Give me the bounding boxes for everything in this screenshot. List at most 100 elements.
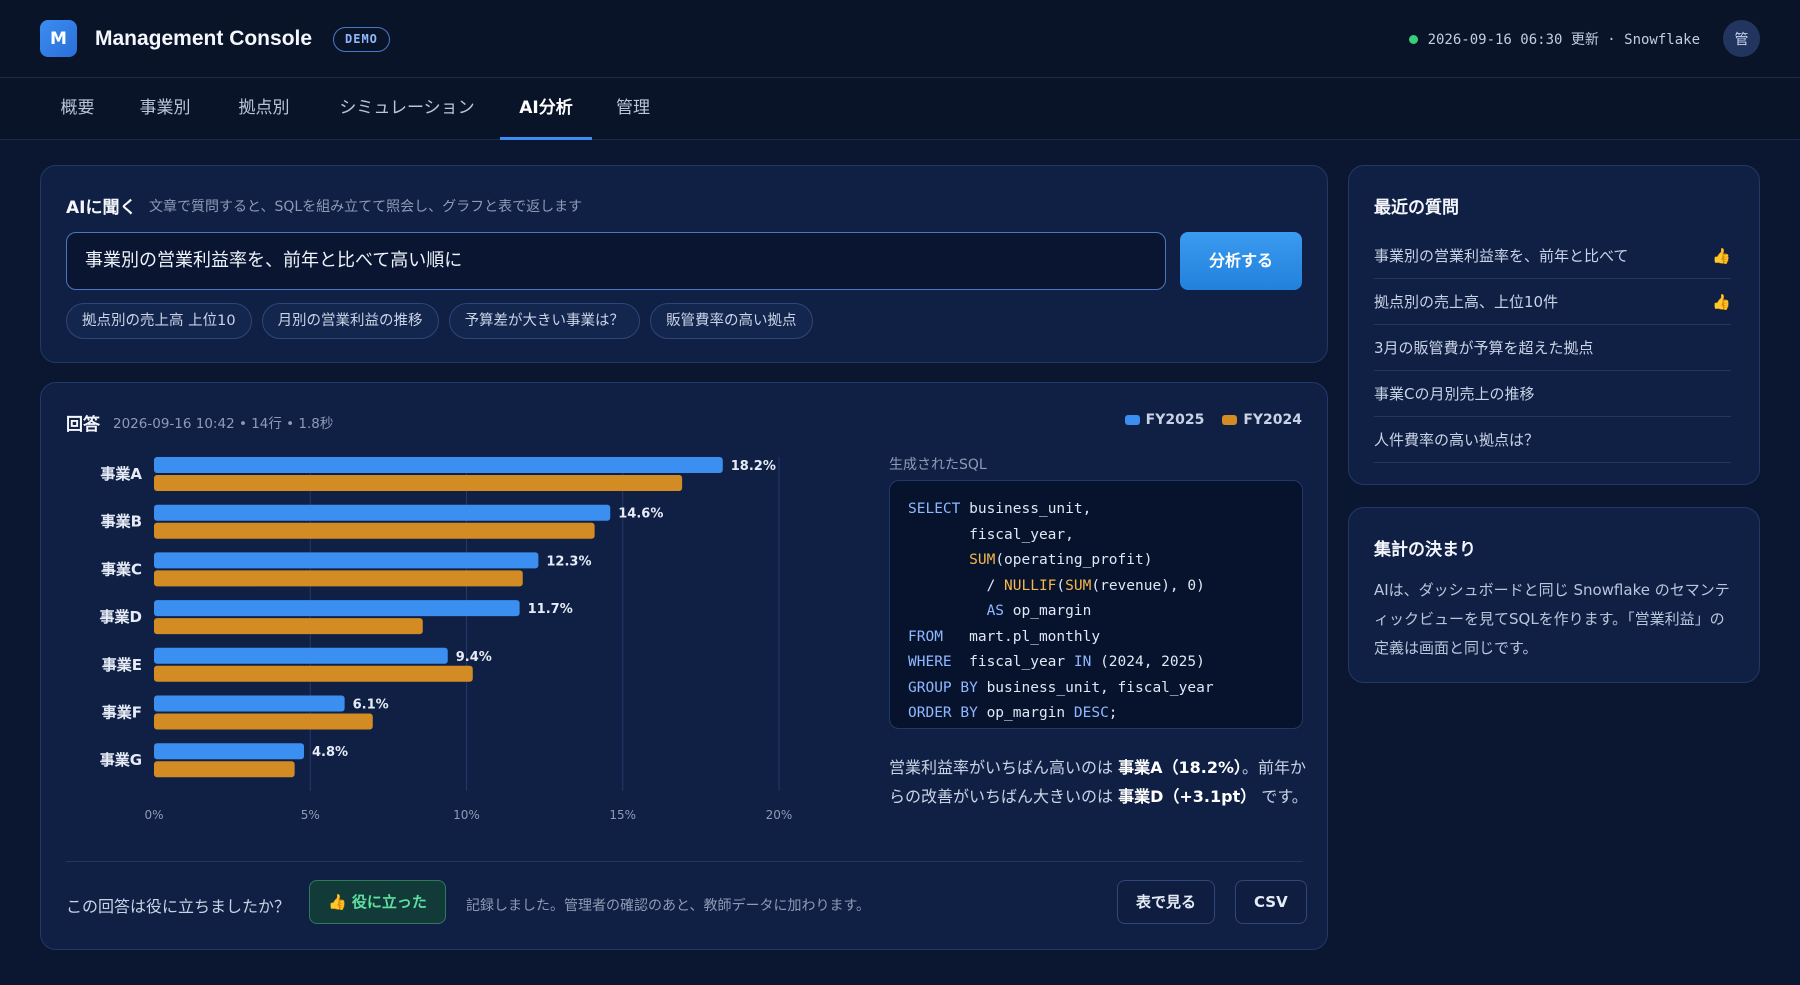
divider (66, 861, 1303, 862)
summary-highlight: 事業A（18.2%） (1118, 758, 1242, 777)
sql-label: 生成されたSQL (889, 457, 987, 473)
tab-site[interactable]: 拠点別 (224, 78, 304, 140)
suggestion-chip[interactable]: 販管費率の高い拠点 (650, 303, 813, 339)
view-table-button[interactable]: 表で見る (1117, 880, 1216, 924)
answer-title: 回答 (66, 415, 100, 435)
summary-text: です。 (1256, 787, 1308, 806)
bar-fy2024 (154, 522, 595, 539)
top-bar: M Management Console DEMO 2026-09-16 06:… (0, 0, 1800, 78)
bar-fy2024 (154, 761, 295, 778)
category-label: 事業F (102, 704, 142, 722)
suggestion-chip[interactable]: 月別の営業利益の推移 (261, 303, 439, 339)
csv-button[interactable]: CSV (1235, 880, 1307, 924)
legend-label: FY2024 (1243, 412, 1302, 428)
recent-questions-card: 最近の質問 事業別の営業利益率を、前年と比べて 👍 拠点別の売上高、上位10件 … (1348, 165, 1760, 485)
legend-label: FY2025 (1145, 412, 1205, 428)
status-text: 2026-09-16 06:30 更新 · Snowflake (1427, 32, 1700, 48)
x-tick-label: 15% (609, 808, 636, 822)
user-avatar[interactable]: 管 (1723, 20, 1760, 57)
x-tick-label: 10% (453, 808, 480, 822)
bar-fy2025 (154, 457, 723, 473)
app-logo[interactable]: M (40, 20, 77, 57)
recent-question-label: 3月の販管費が予算を超えた拠点 (1374, 339, 1594, 357)
thumbs-up-icon: 👍 (1712, 292, 1731, 311)
category-label: 事業E (102, 656, 142, 674)
bar-fy2025 (154, 552, 539, 569)
bar-fy2025 (154, 743, 304, 760)
x-tick-label: 20% (766, 808, 793, 822)
recent-questions-list: 事業別の営業利益率を、前年と比べて 👍 拠点別の売上高、上位10件 👍 3月の販… (1374, 233, 1731, 463)
status-dot-icon (1408, 34, 1418, 44)
recent-question-item[interactable]: 事業別の営業利益率を、前年と比べて 👍 (1374, 233, 1731, 279)
data-label: 14.6% (618, 507, 663, 522)
tab-ai-analysis[interactable]: AI分析 (500, 78, 592, 140)
bar-fy2025 (154, 600, 520, 617)
tab-overview[interactable]: 概要 (40, 78, 115, 140)
thumbs-up-icon: 👍 (1712, 246, 1731, 265)
recent-questions-title: 最近の質問 (1374, 198, 1459, 218)
aggregation-rules-card: 集計の決まり AIは、ダッシュボードと同じ Snowflake のセマンティック… (1348, 507, 1760, 683)
aggregation-rules-text: AIは、ダッシュボードと同じ Snowflake のセマンティックビューを見てS… (1374, 581, 1730, 657)
app-title: Management Console (95, 27, 313, 50)
tab-business[interactable]: 事業別 (125, 78, 205, 140)
x-tick-label: 0% (144, 808, 163, 822)
operating-margin-chart: 0% 5% 10% 15% 20% 事業A 18.2% 事業B 14.6% 事業C 12.3% 事業D… (100, 457, 793, 822)
feedback-note: 記録しました。管理者の確認のあと、教師データに加わります。 (466, 898, 871, 914)
helpful-button[interactable]: 👍 役に立った (309, 880, 446, 924)
recent-question-item[interactable]: 拠点別の売上高、上位10件 👍 (1374, 279, 1731, 325)
data-label: 18.2% (731, 459, 776, 474)
bar-fy2024 (154, 713, 373, 730)
recent-question-label: 事業別の営業利益率を、前年と比べて (1374, 247, 1629, 265)
tab-simulation[interactable]: シミュレーション (322, 78, 492, 140)
recent-question-label: 拠点別の売上高、上位10件 (1374, 293, 1559, 311)
legend-item: FY2025 (1124, 412, 1205, 428)
category-label: 事業G (100, 751, 142, 769)
data-status: 2026-09-16 06:30 更新 · Snowflake (1408, 29, 1700, 49)
ask-ai-card: AIに聞く 文章で質問すると、SQLを組み立てて照会し、グラフと表で返します 事… (40, 165, 1328, 363)
bar-fy2024 (154, 570, 523, 587)
query-input[interactable]: 事業別の営業利益率を、前年と比べて高い順に (66, 232, 1166, 290)
data-label: 4.8% (312, 745, 348, 760)
summary-text: 営業利益率がいちばん高いのは (889, 758, 1119, 777)
category-label: 事業A (100, 465, 142, 483)
bar-fy2024 (154, 665, 473, 682)
ask-ai-title: AIに聞く (66, 198, 137, 218)
bar-fy2025 (154, 504, 611, 521)
ask-ai-subtitle: 文章で質問すると、SQLを組み立てて照会し、グラフと表で返します (149, 199, 583, 215)
category-label: 事業B (101, 513, 142, 531)
answer-meta: 2026-09-16 10:42 • 14行 • 1.8秒 (113, 416, 334, 432)
recent-question-label: 事業Cの月別売上の推移 (1374, 385, 1535, 403)
main-tabs: 概要 事業別 拠点別 シミュレーション AI分析 管理 (0, 78, 1800, 140)
bar-fy2024 (154, 618, 423, 635)
data-label: 6.1% (353, 698, 389, 713)
bar-fy2025 (154, 695, 345, 712)
generated-sql-code: SELECT business_unit, fiscal_year, SUM(o… (889, 480, 1303, 729)
recent-question-item[interactable]: 事業Cの月別売上の推移 (1374, 371, 1731, 417)
suggestion-chip[interactable]: 拠点別の売上高 上位10 (66, 303, 252, 339)
suggestion-chip[interactable]: 予算差が大きい事業は？ (448, 303, 641, 339)
analyze-button[interactable]: 分析する (1180, 232, 1302, 290)
recent-question-item[interactable]: 人件費率の高い拠点は？ (1374, 417, 1731, 463)
feedback-question: この回答は役に立ちましたか？ (66, 897, 291, 916)
data-label: 9.4% (456, 650, 492, 665)
bar-fy2025 (154, 647, 448, 664)
answer-summary: 営業利益率がいちばん高いのは 事業A（18.2%）。前年からの改善がいちばん大き… (889, 753, 1309, 811)
bar-fy2024 (154, 475, 683, 491)
suggestion-chips: 拠点別の売上高 上位10 月別の営業利益の推移 予算差が大きい事業は？ 販管費率… (66, 303, 813, 339)
recent-question-label: 人件費率の高い拠点は？ (1374, 431, 1540, 449)
category-label: 事業D (100, 608, 142, 626)
answer-card: 回答 2026-09-16 10:42 • 14行 • 1.8秒 FY2025 … (40, 382, 1328, 950)
x-tick-label: 5% (301, 808, 320, 822)
aggregation-rules-title: 集計の決まり (1374, 540, 1476, 560)
tab-admin[interactable]: 管理 (602, 78, 664, 140)
legend-item: FY2024 (1222, 412, 1302, 428)
legend-swatch-fy2024 (1222, 415, 1238, 425)
data-label: 11.7% (528, 602, 573, 617)
demo-badge: DEMO (333, 27, 390, 52)
recent-question-item[interactable]: 3月の販管費が予算を超えた拠点 (1374, 325, 1731, 371)
data-label: 12.3% (546, 554, 591, 569)
legend-swatch-fy2025 (1124, 415, 1140, 425)
category-label: 事業C (101, 560, 142, 578)
chart-legend: FY2025 FY2024 (1124, 412, 1302, 428)
summary-highlight: 事業D（+3.1pt） (1118, 787, 1257, 806)
